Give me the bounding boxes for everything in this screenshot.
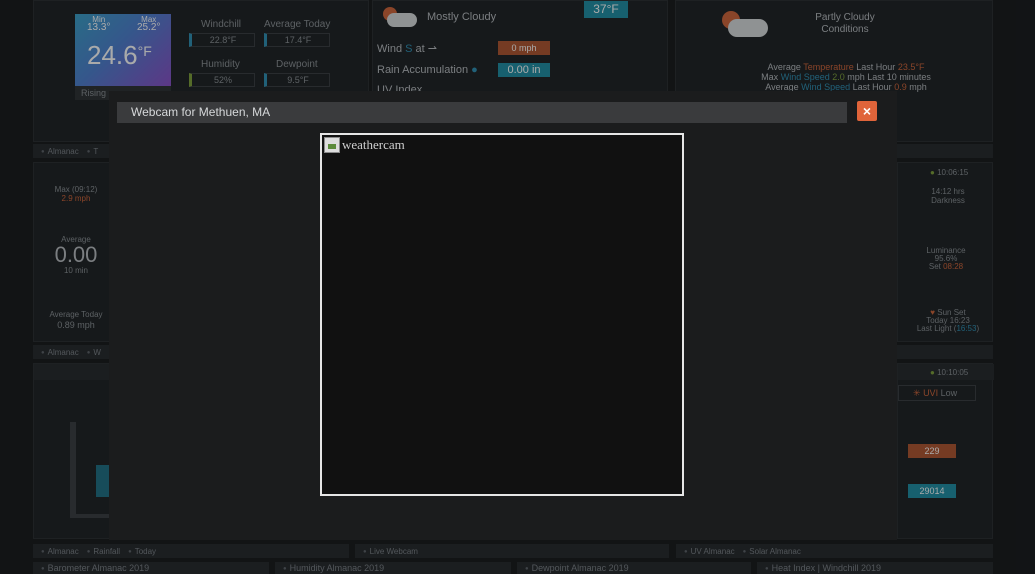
webcam-alt-text: weathercam (342, 137, 405, 152)
modal-title: Webcam for Methuen, MA (117, 102, 847, 123)
webcam-image: weathercam (320, 133, 684, 496)
close-icon: × (862, 103, 872, 119)
broken-image-icon (324, 137, 340, 153)
close-button[interactable]: × (857, 101, 877, 121)
webcam-modal: Webcam for Methuen, MA × weathercam (109, 91, 897, 540)
